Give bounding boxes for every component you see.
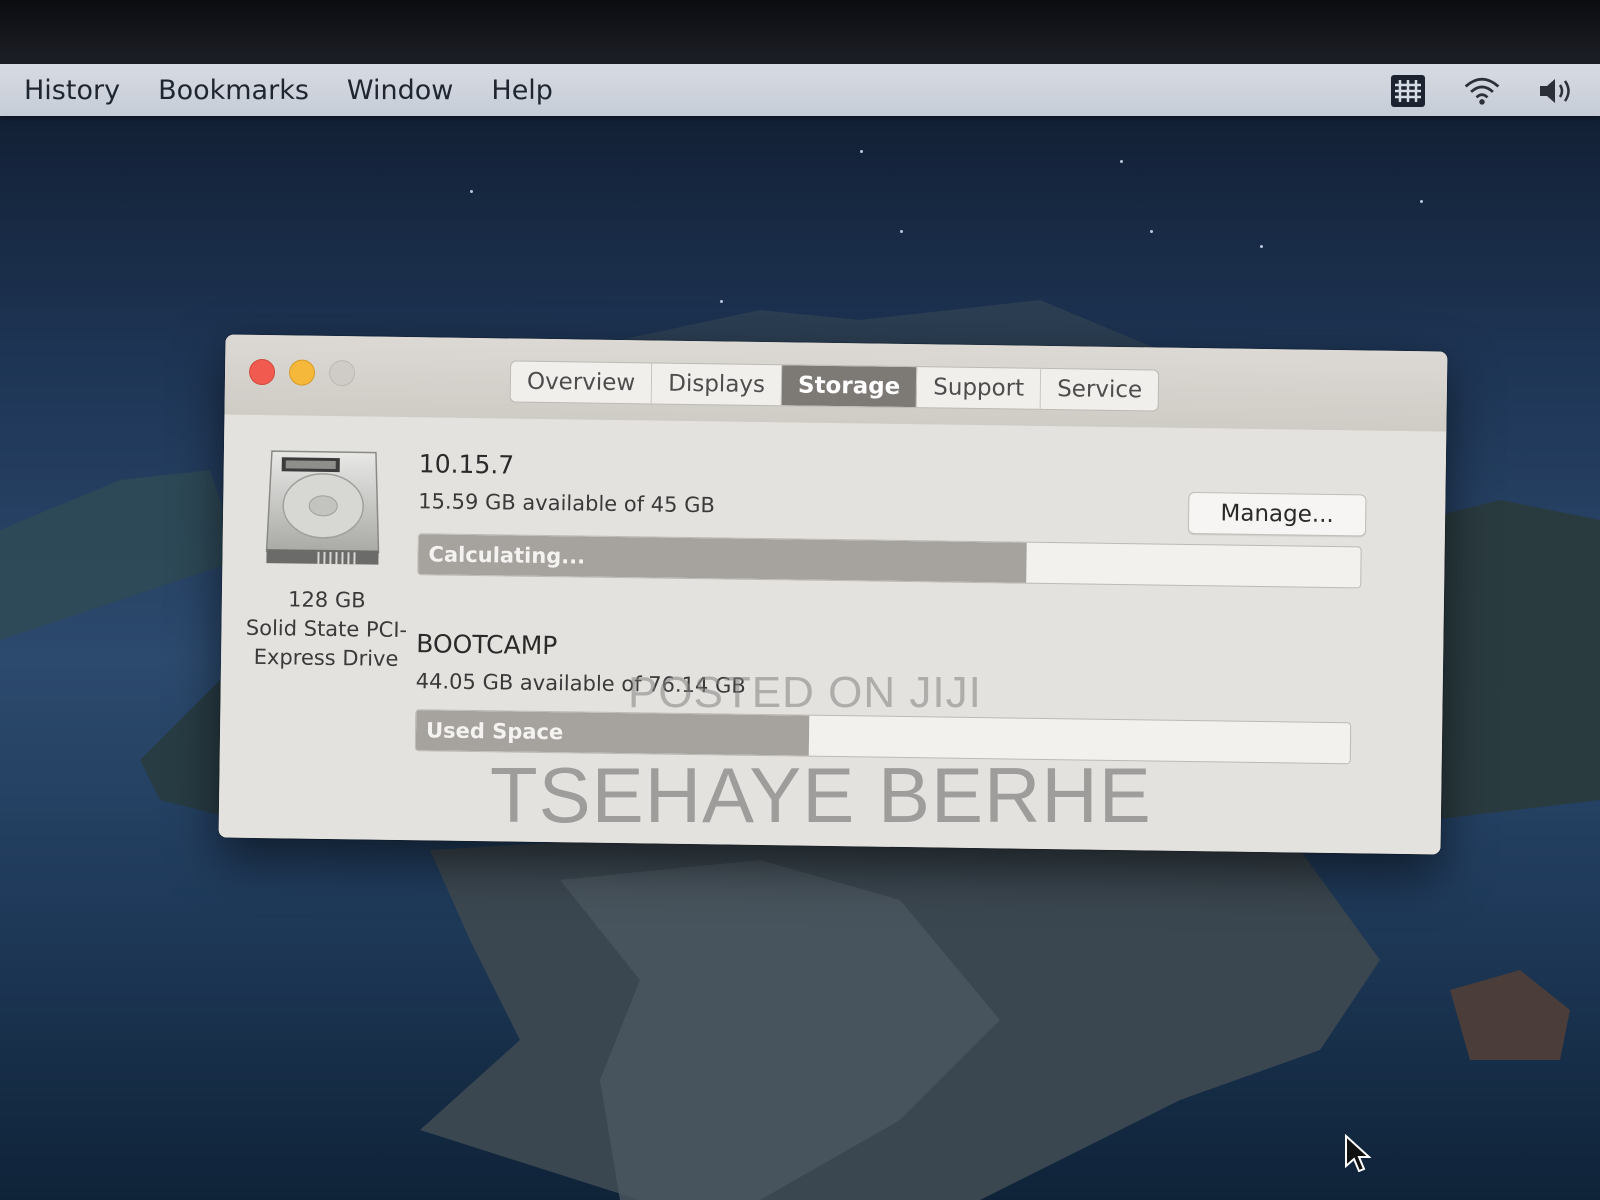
close-button[interactable] [248, 358, 276, 386]
watermark-name: TSEHAYE BERHE [490, 751, 1152, 839]
storage-bar: Calculating... [417, 533, 1362, 589]
input-source-icon[interactable] [1388, 74, 1428, 108]
volume-available: 15.59 GB available of 45 GB [418, 489, 716, 518]
drive-type-line2: Express Drive [253, 644, 399, 671]
watermark-posted: POSTED ON JIJI [628, 668, 982, 717]
drive-caption: 128 GB Solid State PCI- Express Drive [231, 585, 422, 675]
drive-type-line1: Solid State PCI- [245, 615, 408, 643]
hard-drive-icon [265, 450, 380, 565]
tab-storage[interactable]: Storage [781, 365, 918, 408]
mouse-pointer-icon [1345, 1134, 1372, 1173]
storage-bar-label: Calculating... [428, 542, 586, 569]
zoom-button[interactable] [328, 359, 356, 387]
tab-support[interactable]: Support [916, 367, 1042, 409]
volume-name: BOOTCAMP [416, 629, 558, 661]
menu-history[interactable]: History [24, 75, 120, 106]
menu-bookmarks[interactable]: Bookmarks [158, 75, 309, 106]
minimize-button[interactable] [288, 359, 316, 386]
volume-icon[interactable] [1536, 74, 1576, 108]
menu-bar: History Bookmarks Window Help [0, 64, 1600, 116]
wifi-icon[interactable] [1462, 74, 1502, 108]
drive-capacity: 128 GB [287, 587, 366, 613]
tab-displays[interactable]: Displays [651, 363, 783, 406]
status-area [1388, 74, 1576, 108]
menu-help[interactable]: Help [491, 75, 553, 106]
tab-service[interactable]: Service [1041, 369, 1159, 411]
storage-bar-label: Used Space [425, 718, 564, 745]
volume-name: 10.15.7 [418, 449, 515, 480]
tab-bar: Overview Displays Storage Support Servic… [509, 360, 1160, 412]
menu-window[interactable]: Window [347, 75, 453, 106]
tab-overview[interactable]: Overview [510, 361, 653, 404]
manage-button[interactable]: Manage... [1187, 491, 1367, 537]
